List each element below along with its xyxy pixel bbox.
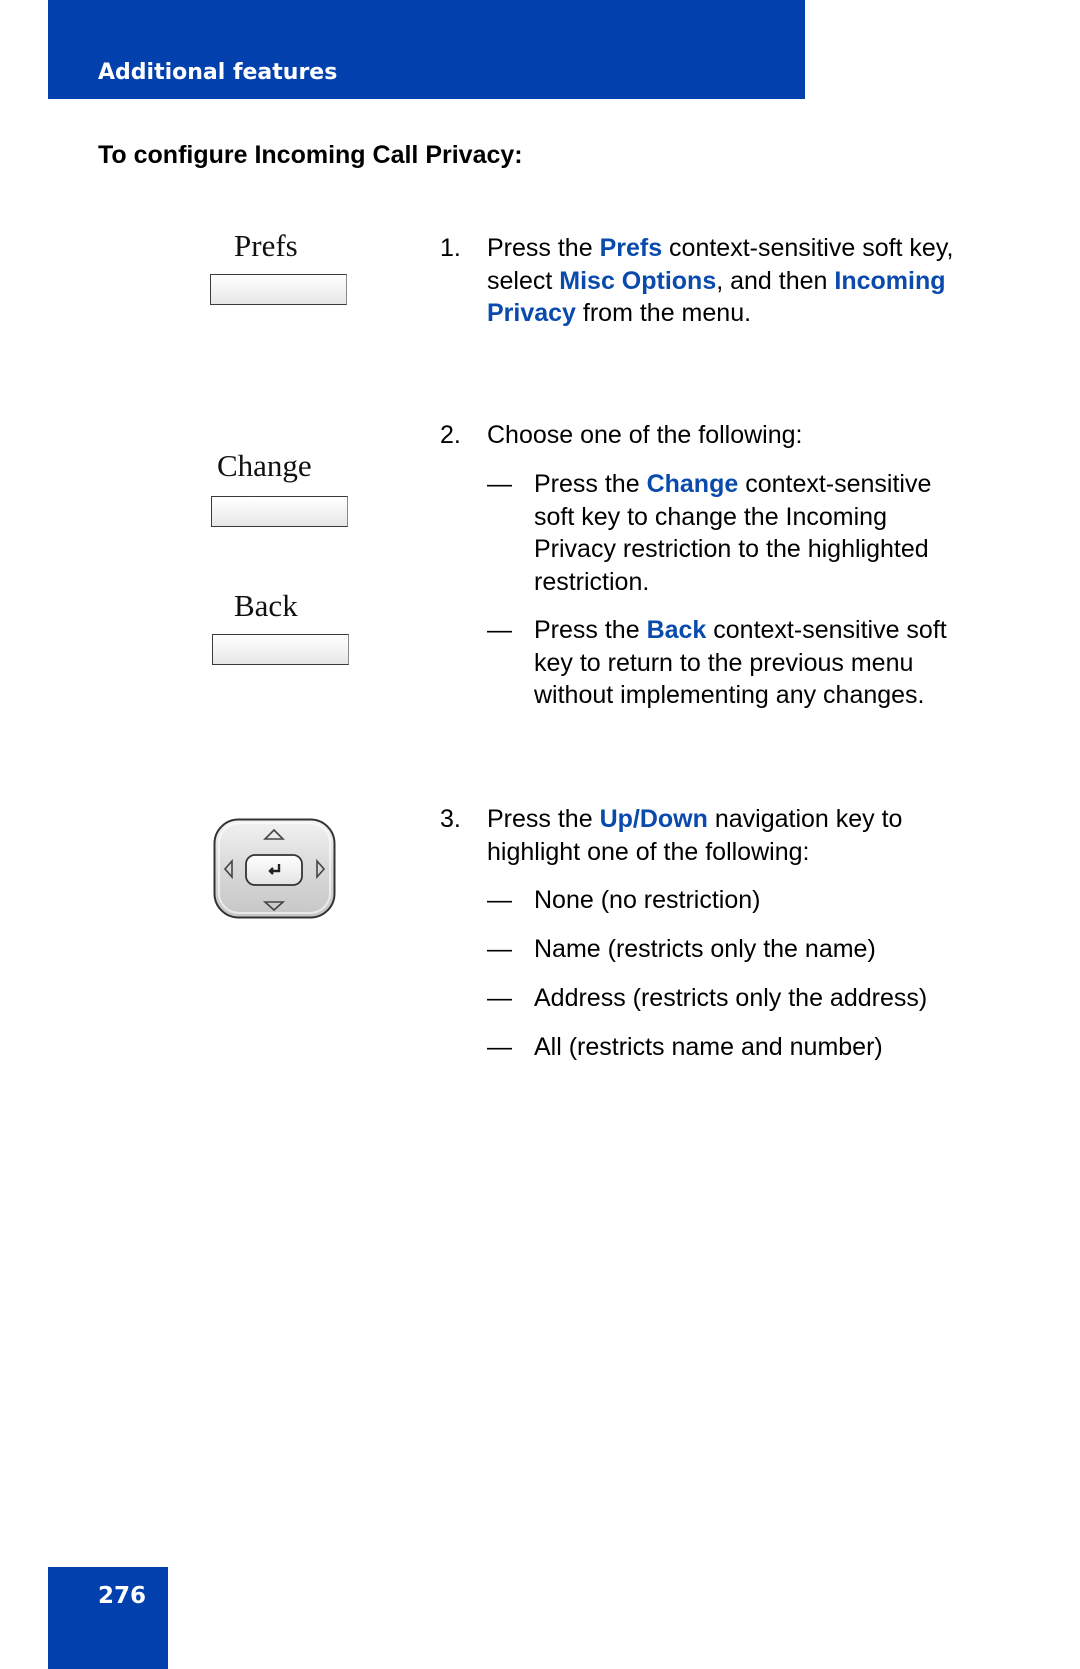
em-dash: — (487, 984, 512, 1012)
back-soft-key[interactable] (212, 634, 349, 665)
procedure-heading: To configure Incoming Call Privacy: (98, 141, 523, 169)
step-text: Press the Up/Down navigation key to high… (487, 803, 967, 868)
change-soft-key[interactable] (211, 496, 348, 527)
misc-options-term: Misc Options (559, 266, 717, 295)
step-text: Choose one of the following: (487, 421, 803, 449)
back-term: Back (646, 616, 707, 644)
step-text: Press the Prefs context-sensitive soft k… (487, 232, 967, 330)
navigation-key[interactable] (213, 818, 336, 919)
prefs-key-label: Prefs (234, 228, 298, 263)
text: Press the (487, 234, 600, 262)
chapter-title: Additional features (98, 60, 338, 85)
text: Press the (487, 805, 600, 833)
bullet-text: Press the Change context-sensitive soft … (534, 468, 974, 598)
em-dash: — (487, 616, 512, 644)
bullet-text: All (restricts name and number) (534, 1033, 883, 1061)
em-dash: — (487, 470, 512, 498)
page-number-box: 276 (48, 1567, 168, 1669)
prefs-soft-key[interactable] (210, 274, 347, 305)
text: , and then (716, 266, 835, 295)
bullet-text: None (no restriction) (534, 886, 761, 914)
chapter-header-bar: Additional features (48, 0, 805, 99)
text: Press the (534, 470, 647, 498)
em-dash: — (487, 1033, 512, 1061)
text: Press the (534, 616, 647, 644)
em-dash: — (487, 886, 512, 914)
bullet-text: Address (restricts only the address) (534, 984, 928, 1012)
step-number: 3. (440, 805, 461, 833)
bullet-text: Press the Back context-sensitive soft ke… (534, 614, 974, 712)
change-term: Change (646, 470, 739, 498)
text: from the menu. (575, 299, 752, 327)
bullet-text: Name (restricts only the name) (534, 935, 876, 963)
prefs-term: Prefs (599, 234, 663, 262)
em-dash: — (487, 935, 512, 963)
enter-key[interactable] (245, 854, 303, 886)
page-number: 276 (98, 1583, 147, 1609)
step-number: 2. (440, 421, 461, 449)
back-key-label: Back (234, 588, 298, 623)
up-down-term: Up/Down (599, 805, 708, 833)
step-number: 1. (440, 234, 461, 262)
change-key-label: Change (217, 448, 312, 483)
